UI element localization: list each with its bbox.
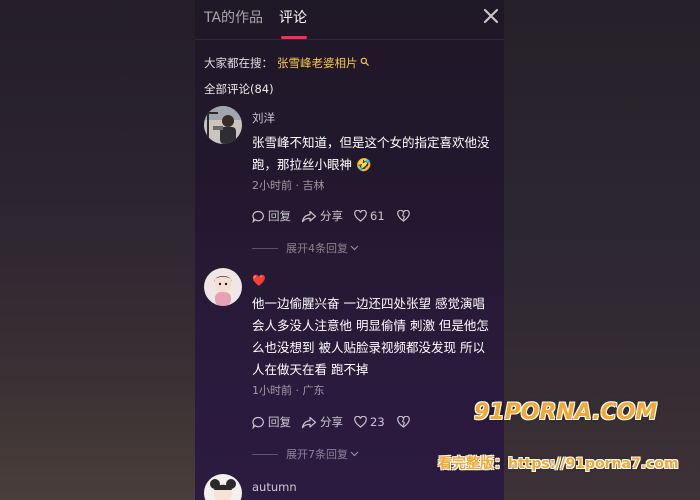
search-suggestion-label: 大家都在搜： [204, 56, 273, 70]
background-left [0, 0, 195, 500]
avatar[interactable] [204, 268, 242, 306]
dislike-button[interactable] [397, 208, 413, 224]
chevron-down-icon [350, 451, 359, 457]
tab-works[interactable]: TA的作品 [204, 9, 263, 27]
avatar[interactable] [204, 474, 242, 500]
share-label: 分享 [320, 415, 343, 429]
reply-label: 回复 [268, 209, 291, 223]
comments-panel: TA的作品 评论 大家都在搜：张雪峰老婆相片 全部评论(84) 刘洋 张雪峰不 [195, 0, 504, 500]
heart-icon [354, 210, 367, 222]
share-icon [301, 416, 317, 428]
background-right [504, 0, 700, 500]
like-button[interactable]: 23 [354, 414, 385, 430]
search-icon [360, 54, 369, 66]
broken-heart-icon [397, 210, 410, 222]
share-icon [301, 210, 317, 222]
like-button[interactable]: 61 [354, 208, 385, 224]
active-tab-indicator [281, 36, 307, 39]
expand-replies-button[interactable]: 展开7条回复 [252, 447, 412, 461]
reply-button[interactable]: 回复 [252, 414, 291, 430]
comment-text: 张雪峰不知道，但是这个女的指定喜欢他没跑，那拉丝小眼神 🤣 [252, 135, 490, 172]
comment-username[interactable]: 刘洋 [252, 111, 275, 126]
reply-icon [252, 210, 264, 223]
comment-count: 全部评论(84) [204, 82, 274, 96]
expand-replies-label: 展开7条回复 [286, 448, 348, 461]
reply-icon [252, 416, 264, 429]
share-button[interactable]: 分享 [301, 414, 343, 430]
avatar[interactable] [204, 106, 242, 144]
like-count: 61 [370, 209, 385, 223]
comment-text: 他一边偷腥兴奋 一边还四处张望 感觉演唱会人多没人注意他 明显偷情 刺激 但是他… [252, 296, 489, 377]
close-icon [483, 8, 499, 24]
watermark-logo: 91PORNA.COM [474, 400, 658, 425]
comment-actions: 回复 分享 23 [252, 414, 492, 430]
like-count: 23 [370, 415, 385, 429]
broken-heart-icon [397, 416, 410, 428]
reply-label: 回复 [268, 415, 291, 429]
expand-divider [252, 247, 278, 249]
reply-button[interactable]: 回复 [252, 208, 291, 224]
tab-bar: TA的作品 评论 [195, 0, 504, 40]
comment-username[interactable]: autumn [252, 480, 297, 495]
dislike-button[interactable] [397, 414, 413, 430]
expand-replies-button[interactable]: 展开4条回复 [252, 241, 412, 255]
search-suggestion: 大家都在搜： 张雪峰老婆相片 [204, 55, 369, 71]
chevron-down-icon [350, 245, 359, 251]
heart-icon [354, 416, 367, 428]
close-button[interactable] [483, 8, 499, 24]
expand-replies-label: 展开4条回复 [286, 242, 348, 255]
comment-meta: 1小时前 · 广东 [252, 384, 325, 397]
expand-divider [252, 453, 278, 455]
comment-actions: 回复 分享 61 [252, 208, 492, 224]
share-label: 分享 [320, 209, 343, 223]
comment-username[interactable]: ❤️ [252, 273, 266, 288]
tab-comments[interactable]: 评论 [279, 9, 307, 27]
comment-meta: 2小时前 · 吉林 [252, 179, 325, 192]
watermark-url: 看完整版：https://91porna7.com [438, 456, 679, 472]
search-suggestion-link[interactable]: 张雪峰老婆相片 [277, 56, 358, 70]
share-button[interactable]: 分享 [301, 208, 343, 224]
